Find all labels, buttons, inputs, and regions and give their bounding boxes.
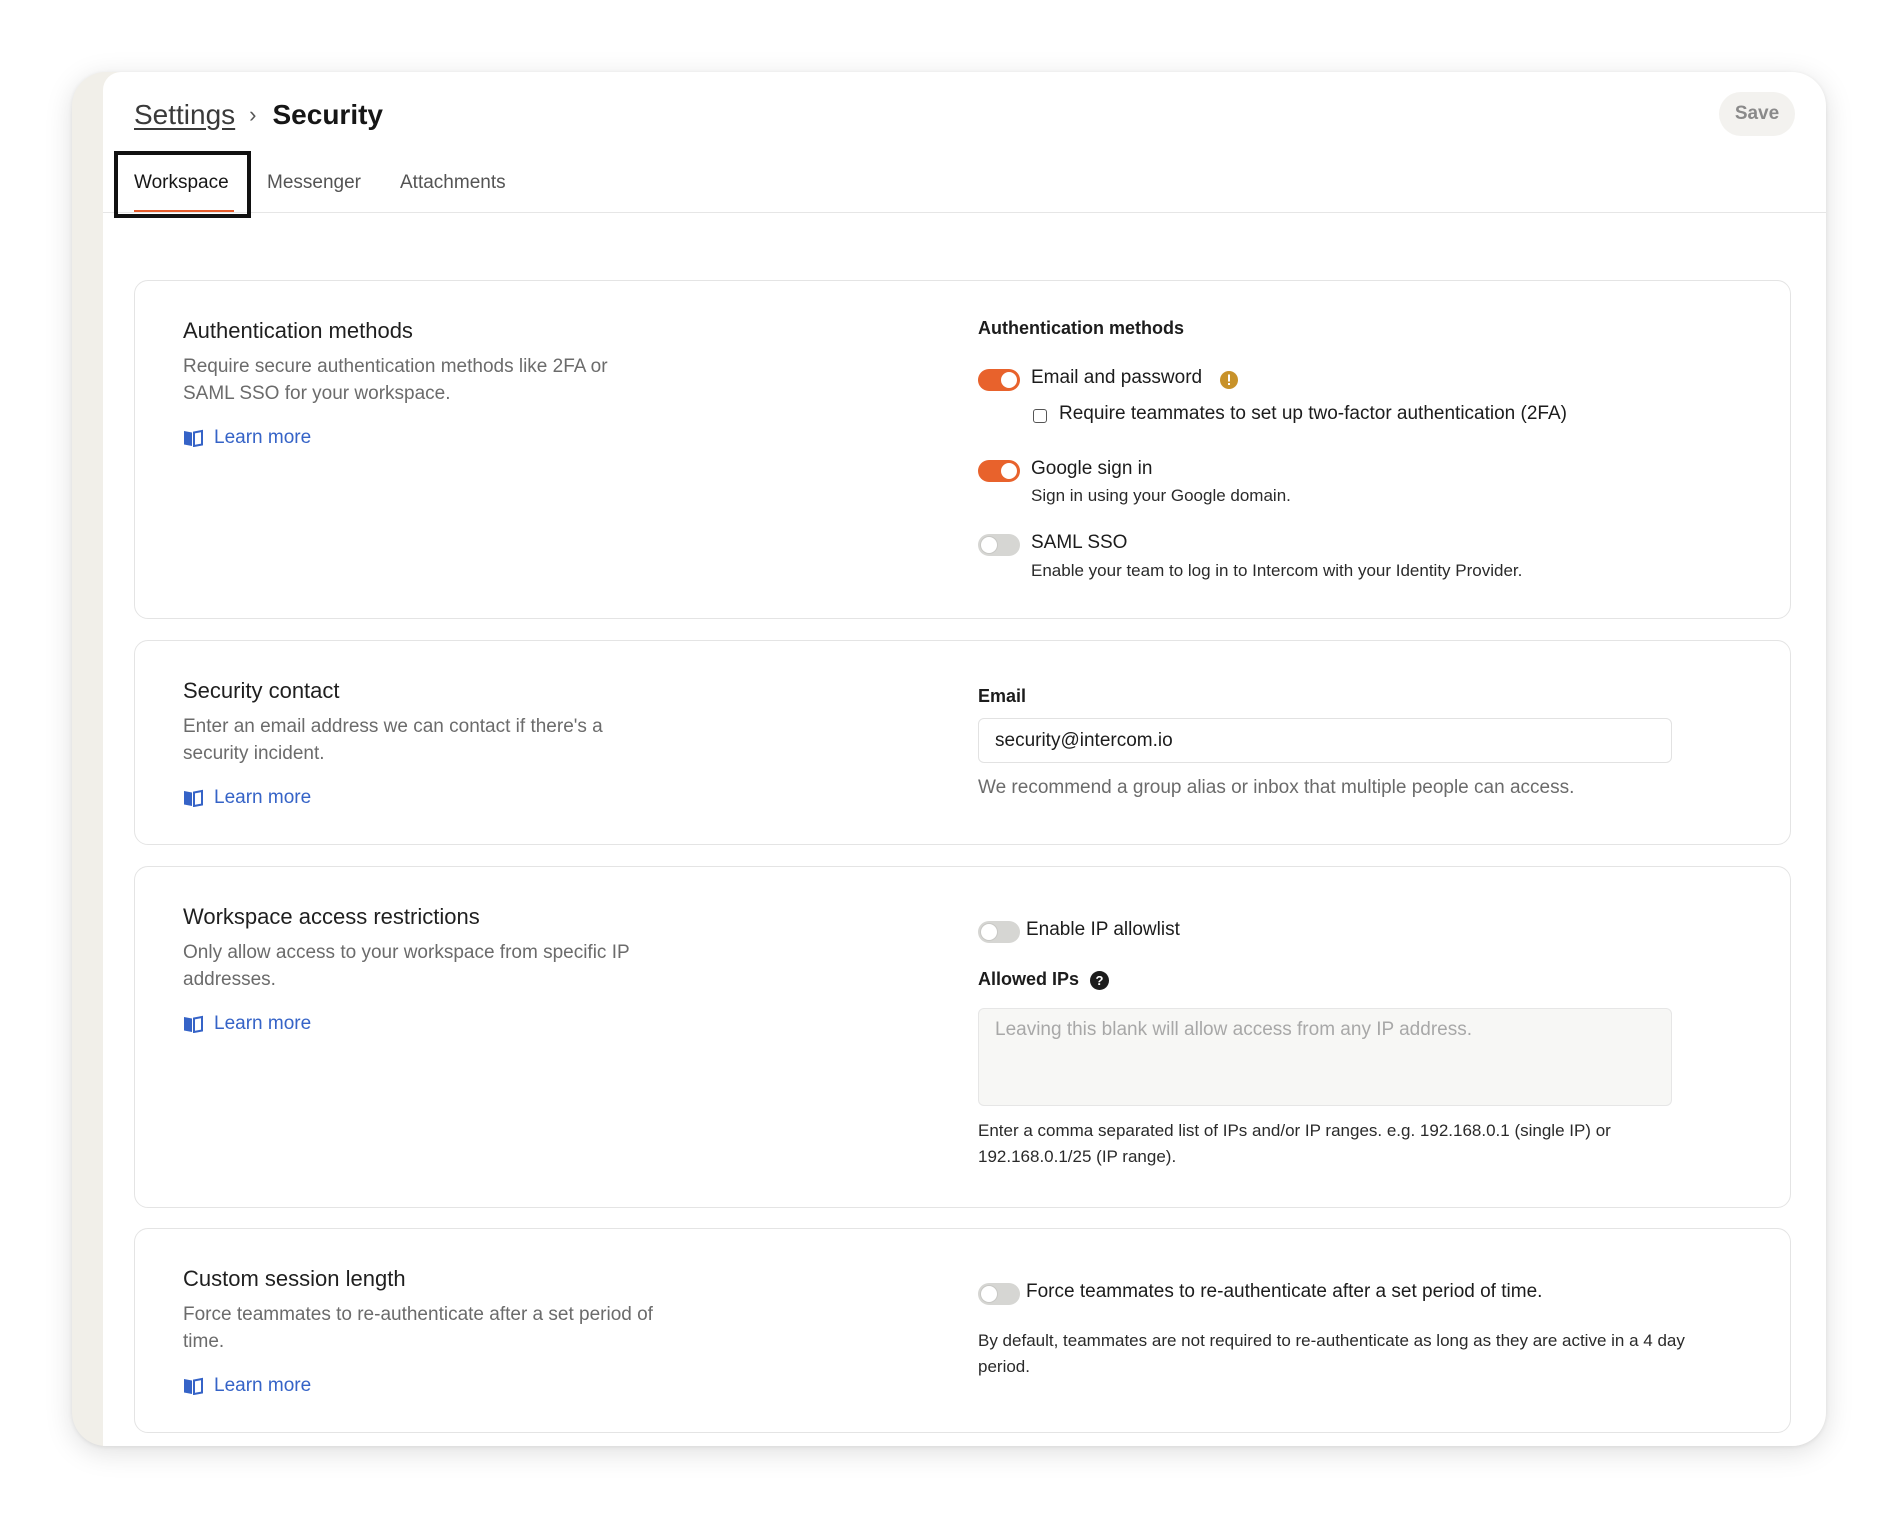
tab-messenger[interactable]: Messenger — [267, 172, 361, 194]
card-title: Custom session length — [183, 1266, 406, 1291]
tab-attachments[interactable]: Attachments — [400, 172, 506, 194]
email-label: Email — [978, 686, 1027, 706]
card-description: Require secure authentication methods li… — [183, 356, 608, 404]
breadcrumb: Settings › Security — [134, 95, 383, 135]
session-length-hint: By default, teammates are not required t… — [978, 1331, 1685, 1376]
card-description: Force teammates to re-authenticate after… — [183, 1304, 653, 1352]
card-description: Enter an email address we can contact if… — [183, 716, 603, 764]
warning-icon — [1220, 371, 1238, 389]
require-2fa-checkbox[interactable] — [1033, 409, 1047, 423]
auth-methods-heading: Authentication methods — [978, 318, 1184, 338]
card-title: Workspace access restrictions — [183, 904, 480, 929]
require-2fa-label: Require teammates to set up two-factor a… — [1059, 403, 1567, 424]
saml-sso-description: Enable your team to log in to Intercom w… — [1031, 561, 1523, 580]
book-icon — [184, 1015, 203, 1033]
book-icon — [184, 1377, 203, 1395]
email-password-label: Email and password — [1031, 367, 1203, 388]
help-icon[interactable]: ? — [1090, 971, 1109, 990]
book-icon — [184, 789, 203, 807]
tab-bar: Workspace Messenger Attachments — [103, 158, 1826, 213]
breadcrumb-settings-link[interactable]: Settings — [134, 99, 235, 131]
saml-sso-label: SAML SSO — [1031, 532, 1128, 553]
google-signin-description: Sign in using your Google domain. — [1031, 486, 1291, 505]
session-length-label: Force teammates to re-authenticate after… — [1026, 1281, 1543, 1302]
save-button[interactable]: Save — [1719, 92, 1795, 136]
ip-allowlist-toggle[interactable] — [978, 921, 1020, 943]
google-signin-label: Google sign in — [1031, 458, 1153, 479]
security-contact-card: Security contact Enter an email address … — [134, 640, 1791, 845]
email-hint: We recommend a group alias or inbox that… — [978, 777, 1575, 798]
app-window: Settings › Security Save Workspace Messe… — [72, 72, 1826, 1446]
book-icon — [184, 429, 203, 447]
access-restrictions-card: Workspace access restrictions Only allow… — [134, 866, 1791, 1208]
card-description: Only allow access to your workspace from… — [183, 942, 630, 990]
allowed-ips-label: Allowed IPs — [978, 969, 1080, 989]
card-title: Security contact — [183, 678, 340, 703]
page-title: Security — [272, 99, 384, 130]
learn-more-link[interactable]: Learn more — [183, 787, 311, 809]
card-title: Authentication methods — [183, 318, 413, 343]
session-length-card: Custom session length Force teammates to… — [134, 1228, 1791, 1433]
auth-methods-card: Authentication methods Require secure au… — [134, 280, 1791, 619]
learn-more-link[interactable]: Learn more — [183, 1375, 311, 1397]
main-panel: Settings › Security Save Workspace Messe… — [103, 72, 1826, 1446]
ip-allowlist-label: Enable IP allowlist — [1026, 919, 1180, 940]
allowed-ips-hint: Enter a comma separated list of IPs and/… — [978, 1121, 1611, 1166]
svg-text:?: ? — [1096, 973, 1104, 988]
session-length-toggle[interactable] — [978, 1283, 1020, 1305]
chevron-right-icon: › — [249, 102, 257, 127]
email-password-toggle[interactable] — [978, 369, 1020, 391]
allowed-ips-textarea[interactable] — [978, 1008, 1672, 1106]
security-email-input[interactable] — [978, 718, 1672, 763]
learn-more-link[interactable]: Learn more — [183, 1013, 311, 1035]
learn-more-link[interactable]: Learn more — [183, 427, 311, 449]
tab-workspace[interactable]: Workspace — [134, 172, 229, 194]
saml-sso-toggle[interactable] — [978, 534, 1020, 556]
google-signin-toggle[interactable] — [978, 460, 1020, 482]
active-tab-indicator — [134, 210, 234, 212]
